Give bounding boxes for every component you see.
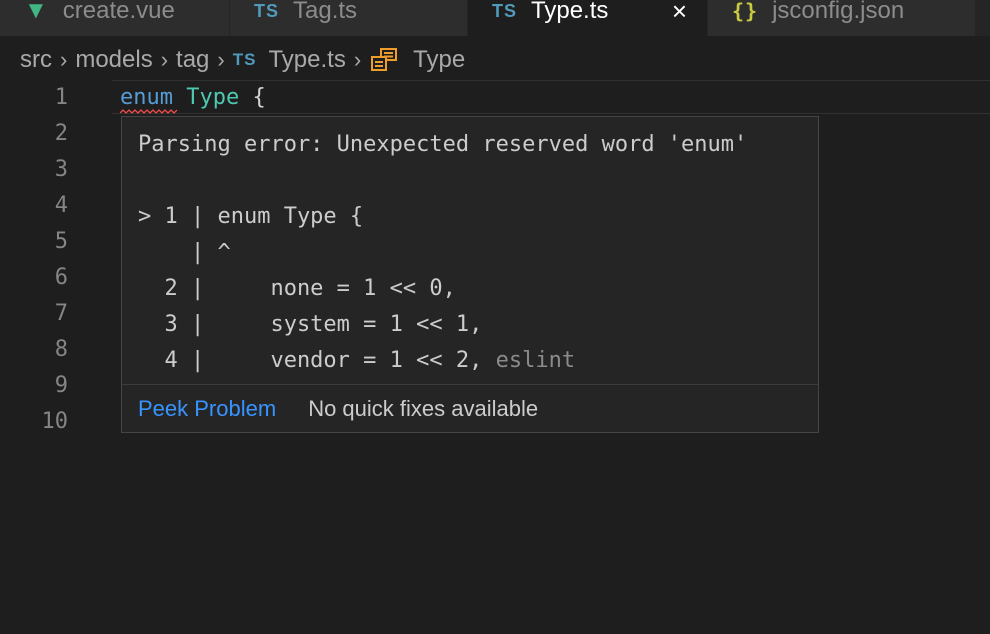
- code-frame-line: 3 | system = 1 << 1,: [138, 312, 483, 337]
- code-frame-line-last: 4 | vendor = 1 << 2, eslint: [138, 343, 747, 379]
- breadcrumb-item-symbol[interactable]: Type: [413, 46, 465, 74]
- tab-label: create.vue: [62, 0, 175, 24]
- hover-status-bar: Peek Problem No quick fixes available: [122, 384, 818, 432]
- breadcrumb-item-src[interactable]: src: [20, 46, 52, 74]
- tab-tag-ts[interactable]: TS Tag.ts: [230, 0, 468, 36]
- breadcrumb-item-models[interactable]: models: [75, 46, 152, 74]
- code-frame-line: > 1 | enum Type {: [138, 204, 364, 229]
- line-number: 9: [54, 373, 68, 398]
- typescript-icon: TS: [492, 0, 518, 21]
- breadcrumb-item-file[interactable]: Type.ts: [268, 46, 345, 74]
- hover-widget: Parsing error: Unexpected reserved word …: [121, 116, 819, 433]
- tab-bar: ▼ create.vue TS Tag.ts TS Type.ts × {} j…: [0, 0, 990, 36]
- line-number: 7: [54, 301, 68, 326]
- tab-label: Tag.ts: [293, 0, 358, 24]
- peek-problem-link[interactable]: Peek Problem: [138, 396, 276, 422]
- tab-label: Type.ts: [531, 0, 609, 24]
- chevron-right-icon: ›: [353, 47, 362, 72]
- tab-jsconfig-json[interactable]: {} jsconfig.json: [708, 0, 976, 36]
- line-number: 5: [54, 229, 68, 254]
- error-source: eslint: [495, 348, 576, 373]
- code-frame-line: | ^: [138, 240, 231, 265]
- hover-content: Parsing error: Unexpected reserved word …: [138, 127, 747, 379]
- line-number: 8: [54, 337, 68, 362]
- chevron-right-icon: ›: [160, 47, 169, 72]
- json-icon: {}: [732, 0, 759, 23]
- line-number: 3: [54, 157, 68, 182]
- line-number: 2: [54, 121, 68, 146]
- tab-create-vue[interactable]: ▼ create.vue: [0, 0, 230, 36]
- no-quick-fixes-label: No quick fixes available: [308, 395, 539, 421]
- line-number: 4: [54, 193, 68, 218]
- tab-label: jsconfig.json: [772, 0, 905, 24]
- line-number: 1: [54, 85, 68, 110]
- code-frame-text: 4 | vendor = 1 << 2,: [138, 348, 483, 373]
- enum-icon: [371, 48, 398, 71]
- chevron-right-icon: ›: [217, 47, 225, 72]
- error-message: Parsing error: Unexpected reserved word …: [138, 132, 748, 157]
- keyword-token: enum: [120, 85, 173, 110]
- close-icon[interactable]: ×: [672, 0, 687, 27]
- vue-icon: ▼: [24, 0, 49, 24]
- line-number: 10: [41, 409, 69, 434]
- type-name-token: Type: [186, 85, 240, 110]
- tab-type-ts[interactable]: TS Type.ts ×: [468, 0, 708, 36]
- line-number: 6: [54, 265, 68, 290]
- error-squiggle: [120, 109, 178, 114]
- brace-token: {: [252, 85, 266, 110]
- breadcrumb-item-tag[interactable]: tag: [176, 46, 209, 74]
- code-frame-line: 2 | none = 1 << 0,: [138, 276, 456, 301]
- typescript-icon: TS: [232, 50, 257, 69]
- breadcrumb: src › models › tag › TS Type.ts › Type: [20, 42, 465, 78]
- chevron-right-icon: ›: [60, 47, 68, 72]
- typescript-icon: TS: [254, 0, 280, 21]
